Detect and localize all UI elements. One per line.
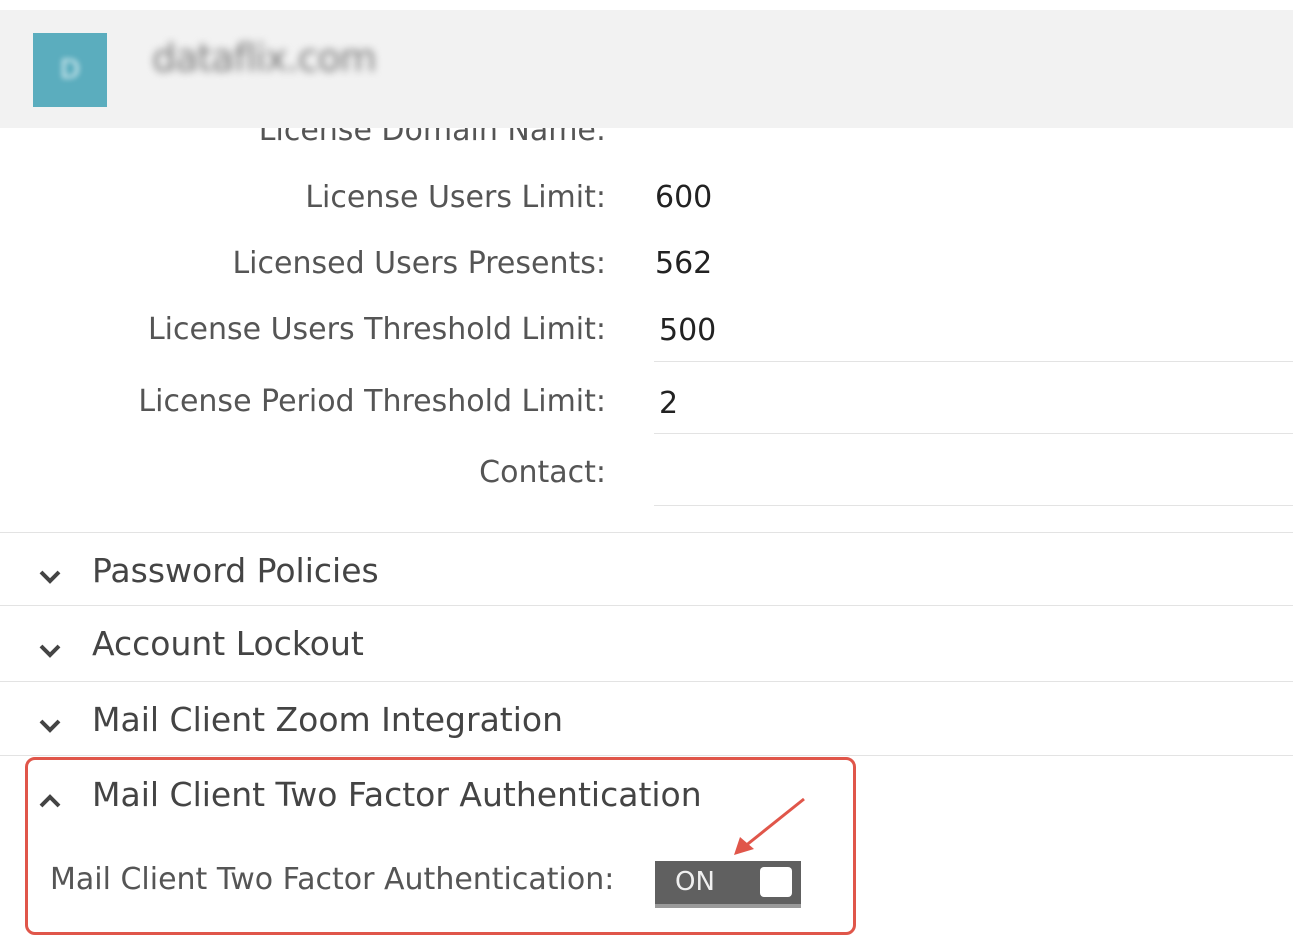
- section-account-lockout[interactable]: Account Lockout: [0, 605, 1293, 682]
- licensed-users-present-value: 562: [655, 246, 713, 281]
- license-users-limit-label: License Users Limit:: [305, 180, 606, 215]
- section-title: Password Policies: [92, 551, 379, 590]
- section-title: Mail Client Zoom Integration: [92, 700, 564, 739]
- domain-header: D dataflix.com: [0, 10, 1293, 128]
- license-users-limit-value: 600: [655, 180, 713, 215]
- chevron-down-icon: [36, 712, 64, 740]
- chevron-down-icon: [36, 637, 64, 665]
- section-password-policies[interactable]: Password Policies: [0, 532, 1293, 606]
- section-mail-client-zoom-integration[interactable]: Mail Client Zoom Integration: [0, 681, 1293, 756]
- period-threshold-underline: [654, 433, 1293, 434]
- licensed-users-present-label: Licensed Users Presents:: [232, 246, 606, 281]
- section-title: Account Lockout: [92, 624, 364, 663]
- license-users-threshold-input[interactable]: 500: [659, 313, 716, 348]
- chevron-down-icon: [36, 563, 64, 591]
- contact-input[interactable]: [659, 455, 1289, 495]
- license-users-threshold-label: License Users Threshold Limit:: [147, 312, 606, 347]
- contact-underline: [654, 505, 1293, 506]
- avatar: D: [33, 33, 107, 107]
- license-period-threshold-label: License Period Threshold Limit:: [138, 384, 606, 419]
- license-period-threshold-input[interactable]: 2: [659, 386, 678, 421]
- users-threshold-underline: [654, 361, 1293, 362]
- annotation-arrow-icon: [734, 797, 805, 855]
- contact-label: Contact:: [479, 455, 606, 490]
- domain-name: dataflix.com: [152, 36, 377, 80]
